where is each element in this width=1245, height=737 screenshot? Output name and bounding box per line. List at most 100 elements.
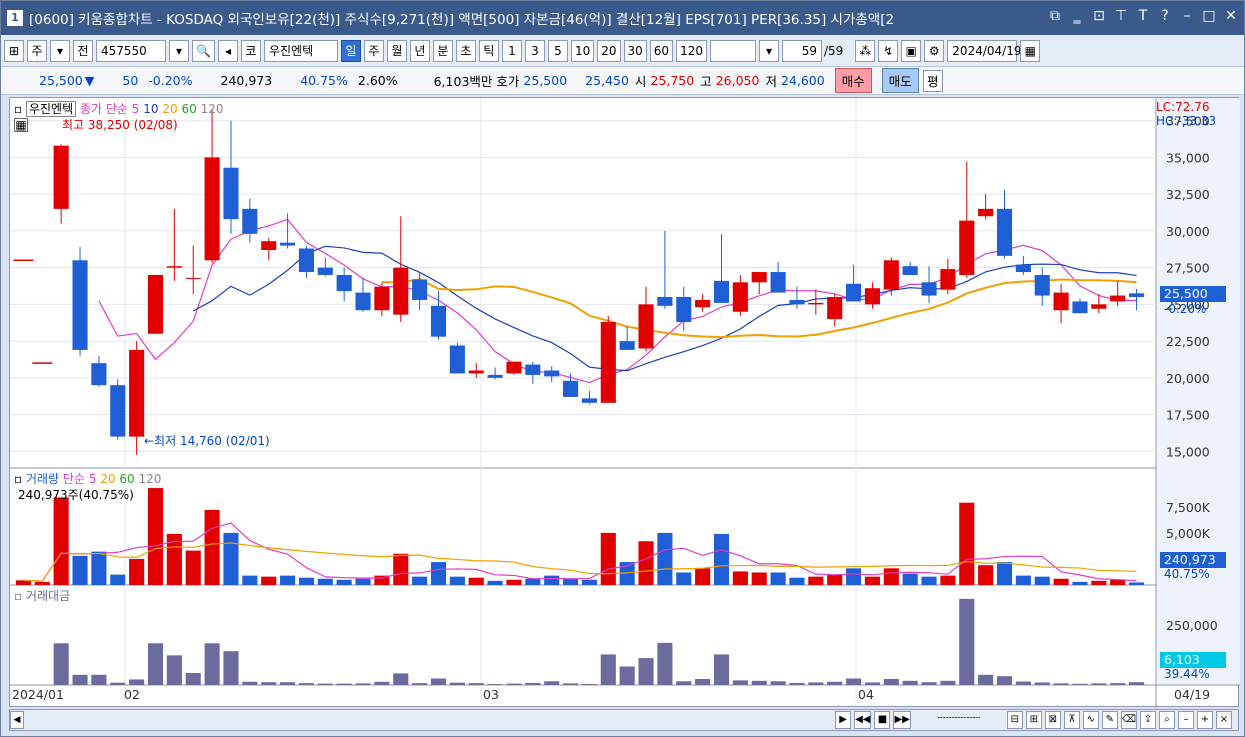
wave-icon[interactable]: ∿ (1082, 711, 1099, 729)
interval-120[interactable]: 120 (676, 39, 707, 62)
zoom-in-icon[interactable]: + (1197, 711, 1213, 729)
zoom-slider[interactable]: ┈┈┈┈┈┈┈ (914, 711, 1004, 729)
volume-bar (355, 578, 371, 585)
interval-30[interactable]: 30 (623, 39, 647, 62)
stock-name[interactable]: 우진엔텍 (263, 39, 338, 62)
chart-area[interactable]: 37,500 35,000 32,500 30,000 27,500 25,000 22,5… (9, 97, 1240, 708)
volume-tick: 7,500K (1166, 500, 1211, 515)
interval-1[interactable]: 1 (501, 39, 522, 62)
volume-bar (657, 532, 673, 585)
candle-body (487, 374, 503, 378)
last-icon[interactable]: ▶▶ (893, 711, 911, 729)
calendar-icon[interactable]: ▦ (1020, 39, 1041, 62)
stop-icon[interactable]: ■ (874, 711, 891, 729)
period-week[interactable]: 주 (363, 39, 384, 62)
sound-icon[interactable]: ◂ (217, 39, 238, 62)
volume-tick: 5,000K (1166, 526, 1211, 541)
sell-button[interactable]: 매도 (881, 68, 919, 93)
draw-icon[interactable]: ✎ (1101, 711, 1118, 729)
down-arrow-icon: ▼ (84, 73, 95, 88)
period-tick[interactable]: 틱 (478, 39, 499, 62)
float-icon[interactable]: ⊡ (1092, 8, 1106, 24)
zoom-icon[interactable]: ⌕ (1159, 711, 1175, 729)
code-dropdown-icon[interactable]: ▾ (169, 39, 189, 62)
gear-icon[interactable]: ⚙ (924, 39, 945, 62)
count-input[interactable]: 59 (781, 39, 822, 62)
interval-10[interactable]: 10 (570, 39, 595, 62)
stock-code-input[interactable]: 457550 (96, 39, 166, 62)
tile-icon[interactable]: ⊞ (1025, 711, 1042, 729)
grid-icon[interactable]: ▦ (14, 118, 28, 132)
volume-bar (732, 571, 748, 585)
help-icon[interactable]: ? (1158, 8, 1172, 24)
compare-icon[interactable]: ⊠ (1044, 711, 1061, 729)
text-icon[interactable]: T (1136, 8, 1150, 24)
candle-body (846, 283, 862, 302)
more-icon[interactable]: × (1216, 711, 1232, 729)
last-volume-tag: 240,973 (1160, 552, 1226, 568)
date-input[interactable]: 2024/04/19 (947, 39, 1021, 62)
scroll-left-icon[interactable]: ◀ (10, 711, 24, 729)
candle-body (91, 363, 107, 386)
chart-canvas[interactable]: 37,50035,00032,50030,00027,50025,00022,5… (10, 98, 1240, 708)
interval-60[interactable]: 60 (649, 39, 674, 62)
interval-20[interactable]: 20 (597, 39, 621, 62)
window-icon[interactable]: ⊟ (1006, 711, 1023, 729)
custom-interval-input[interactable] (709, 39, 756, 62)
xaxis-apr: 04 (858, 687, 874, 702)
candle-body (808, 302, 824, 305)
volume-bar (544, 575, 560, 585)
eraser-icon[interactable]: ⌫ (1120, 711, 1137, 729)
amount-bar (147, 643, 164, 685)
candle-body (827, 297, 843, 320)
scroll-bar[interactable]: ◀ ▶ ◀◀ ■ ▶▶ ┈┈┈┈┈┈┈ ⊟ ⊞ ⊠ ⊼ ∿ ✎ ⌫ ⇪ ⌕ – … (9, 709, 1239, 731)
change-pct: -0.20% (148, 73, 193, 88)
restore-icon[interactable]: ⧉ (1048, 8, 1062, 24)
volume-bar (695, 568, 711, 585)
amount-bar (619, 666, 635, 685)
title-bar[interactable]: 1 [0600] 키움종합차트 - KOSDAQ 외국인보유[22(천)] 주식… (1, 1, 1244, 35)
amount-bar (91, 674, 107, 685)
period-month[interactable]: 월 (386, 39, 407, 62)
minimize2-icon[interactable]: – (1180, 8, 1194, 24)
save-icon[interactable]: ▣ (901, 39, 922, 62)
period-day[interactable]: 일 (340, 39, 361, 62)
interval-3[interactable]: 3 (524, 39, 545, 62)
period-second[interactable]: 초 (455, 39, 476, 62)
dropdown-icon[interactable]: ▾ (50, 39, 70, 62)
minimize-icon[interactable]: ‗ (1070, 8, 1084, 24)
volume-bar (940, 575, 956, 585)
tool-icon[interactable]: ↯ (878, 39, 899, 62)
prev-button[interactable]: 전 (73, 39, 93, 62)
interval-dropdown-icon[interactable]: ▾ (758, 39, 779, 62)
zoom-out-icon[interactable]: – (1178, 711, 1194, 729)
volume-bar (789, 577, 805, 585)
export-icon[interactable]: ⇪ (1140, 711, 1156, 729)
period-minute[interactable]: 분 (432, 39, 453, 62)
avg-button[interactable]: 평 (922, 69, 943, 92)
period-year[interactable]: 년 (409, 39, 430, 62)
volume-bar (1091, 580, 1107, 585)
interval-5[interactable]: 5 (547, 39, 568, 62)
close-icon[interactable]: ✕ (1224, 8, 1238, 24)
candle-body (1091, 304, 1107, 309)
buy-button[interactable]: 매수 (834, 68, 872, 93)
vma60-label: 60 (119, 472, 135, 486)
market-button[interactable]: 코 (240, 39, 261, 62)
type-select[interactable]: 주 (27, 39, 47, 62)
trend-icon[interactable]: ⊼ (1063, 711, 1080, 729)
candle-body (506, 361, 522, 374)
link-icon[interactable]: ⁂ (855, 39, 876, 62)
pin-icon[interactable]: ⊤ (1114, 8, 1128, 24)
layout-icon[interactable]: ⊞ (4, 39, 24, 62)
first-icon[interactable]: ◀◀ (854, 711, 872, 729)
amount-bar (166, 655, 182, 685)
volume-bar (110, 574, 126, 585)
chart-window: 1 [0600] 키움종합차트 - KOSDAQ 외국인보유[22(천)] 주식… (0, 0, 1245, 737)
maximize-icon[interactable]: □ (1202, 8, 1216, 24)
scroll-right-icon[interactable]: ▶ (835, 711, 852, 729)
volume-bar (53, 497, 69, 585)
volume-bar (449, 576, 465, 585)
search-icon[interactable]: 🔍 (192, 39, 215, 62)
candle-body (1034, 274, 1050, 296)
